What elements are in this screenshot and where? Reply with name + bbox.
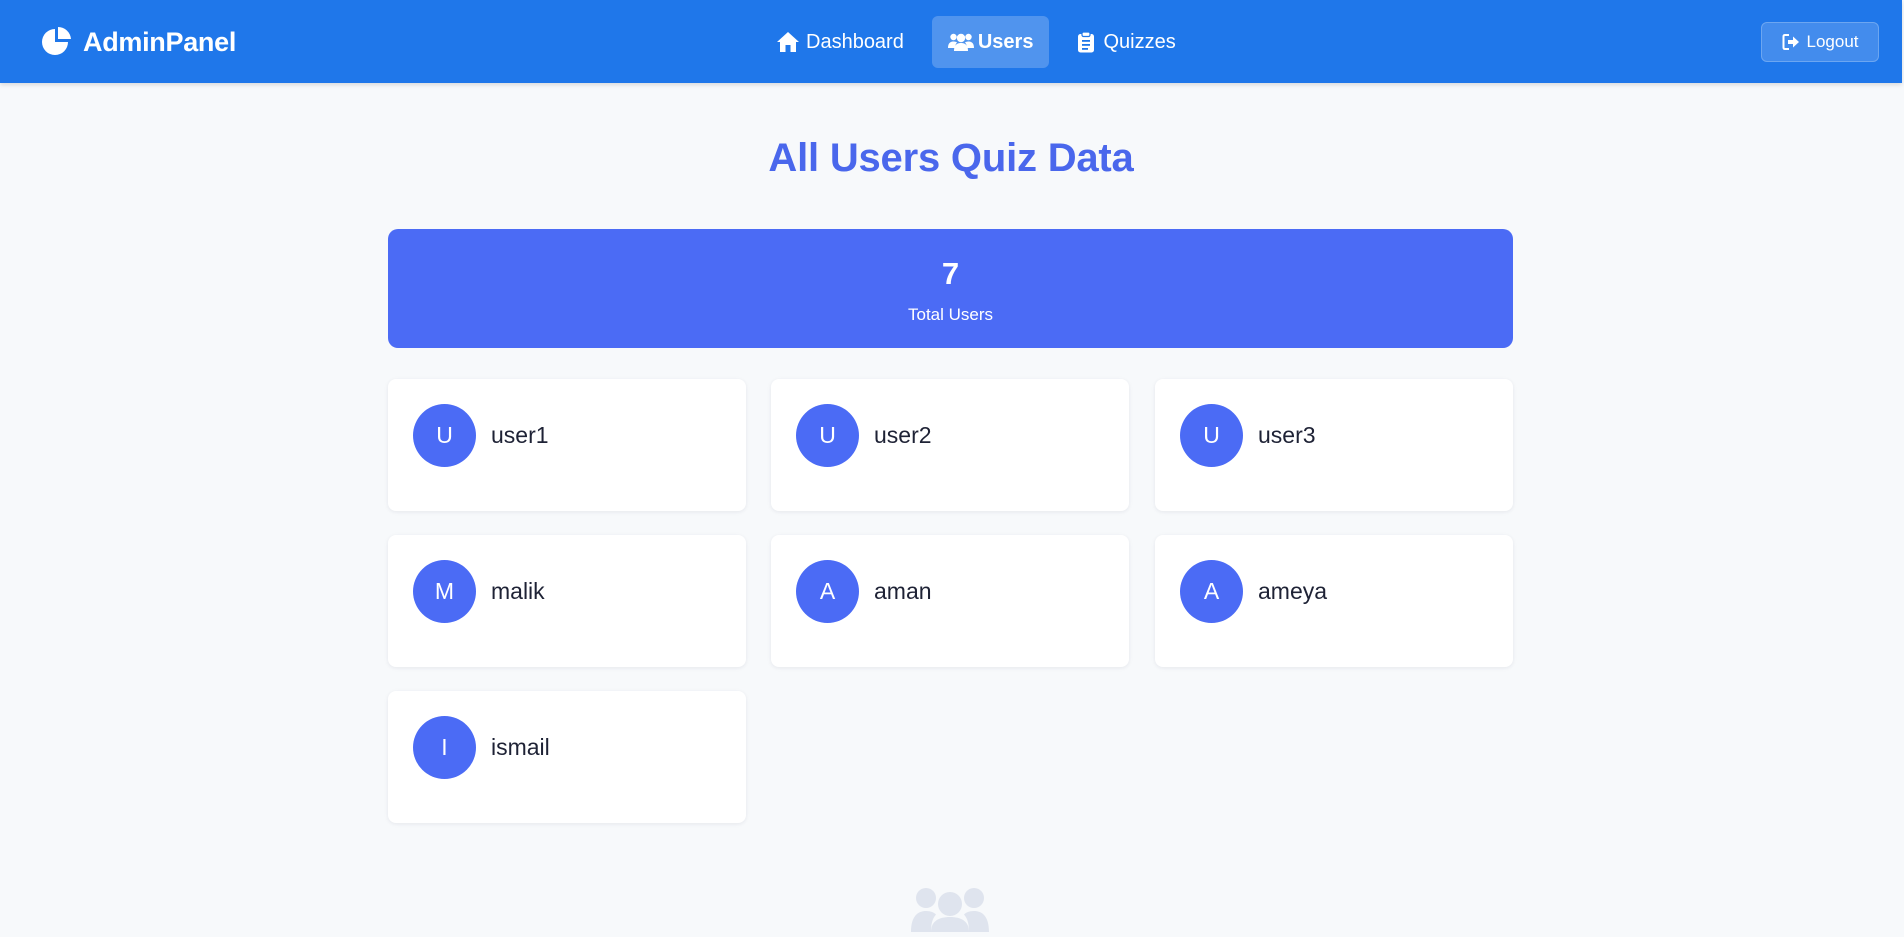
user-card[interactable]: I ismail	[388, 691, 746, 823]
nav-quizzes-label: Quizzes	[1103, 30, 1176, 53]
users-icon	[911, 885, 989, 932]
nav-dashboard[interactable]: Dashboard	[760, 16, 920, 68]
nav-dashboard-label: Dashboard	[806, 30, 904, 53]
nav-users[interactable]: Users	[931, 16, 1050, 68]
nav-quizzes[interactable]: Quizzes	[1061, 16, 1191, 68]
clipboard-icon	[1077, 31, 1095, 53]
avatar: I	[413, 716, 476, 779]
brand[interactable]: AdminPanel	[40, 24, 236, 60]
total-users-card: 7 Total Users	[388, 229, 1513, 348]
user-name: ameya	[1258, 578, 1328, 604]
user-name: aman	[874, 578, 932, 604]
nav-users-label: Users	[977, 30, 1034, 53]
total-users-value: 7	[941, 256, 960, 291]
avatar: M	[413, 560, 476, 623]
avatar: U	[1180, 404, 1243, 467]
user-name: user3	[1258, 422, 1316, 448]
avatar: A	[796, 560, 859, 623]
logout-label: Logout	[1806, 32, 1859, 51]
user-card[interactable]: A ameya	[1155, 535, 1513, 667]
top-navbar: AdminPanel Dashboard Users Quizzes Logou…	[0, 0, 1902, 83]
users-icon	[947, 31, 974, 53]
user-name: user2	[874, 422, 932, 448]
user-name: user1	[491, 422, 549, 448]
sign-out-icon	[1782, 33, 1800, 51]
avatar: A	[1180, 560, 1243, 623]
logout-button[interactable]: Logout	[1761, 22, 1879, 62]
user-card[interactable]: A aman	[771, 535, 1129, 667]
home-icon	[776, 31, 799, 53]
nav-links: Dashboard Users Quizzes	[760, 16, 1204, 68]
user-name: malik	[491, 578, 545, 604]
page-title: All Users Quiz Data	[768, 136, 1134, 180]
total-users-label: Total Users	[907, 305, 994, 324]
user-card[interactable]: U user3	[1155, 379, 1513, 511]
avatar: U	[413, 404, 476, 467]
user-card[interactable]: U user2	[771, 379, 1129, 511]
user-card[interactable]: U user1	[388, 379, 746, 511]
user-card[interactable]: M malik	[388, 535, 746, 667]
user-name: ismail	[491, 734, 550, 760]
brand-name: AdminPanel	[83, 26, 237, 57]
pie-chart-icon	[40, 25, 74, 59]
avatar: U	[796, 404, 859, 467]
